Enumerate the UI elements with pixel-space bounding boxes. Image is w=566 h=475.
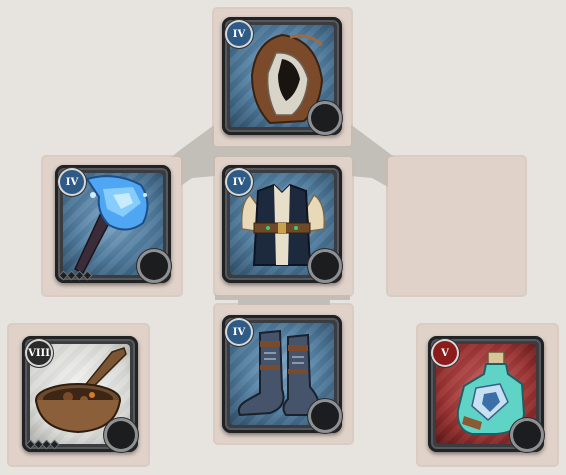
potion-slot[interactable]: V [428,336,544,452]
tier-badge: IV [60,170,84,194]
quality-indicator [311,252,339,280]
off-hand-slot-background[interactable] [388,157,525,295]
main-hand-slot[interactable]: IV [55,165,171,283]
shoes-slot[interactable]: IV [222,315,342,433]
tier-badge: V [433,341,457,365]
tier-badge: IV [227,320,251,344]
quality-indicator [513,421,541,449]
quality-indicator [311,104,339,132]
enchant-pips [59,271,92,280]
chest-slot[interactable]: IV [222,165,342,283]
head-slot[interactable]: IV [222,17,342,135]
tier-badge: VIII [27,341,51,365]
quality-indicator [140,252,168,280]
tier-badge: IV [227,170,251,194]
quality-indicator [311,402,339,430]
quality-indicator [107,421,135,449]
food-slot[interactable]: VIII [22,336,138,452]
tier-badge: IV [227,22,251,46]
enchant-pips [26,440,59,449]
